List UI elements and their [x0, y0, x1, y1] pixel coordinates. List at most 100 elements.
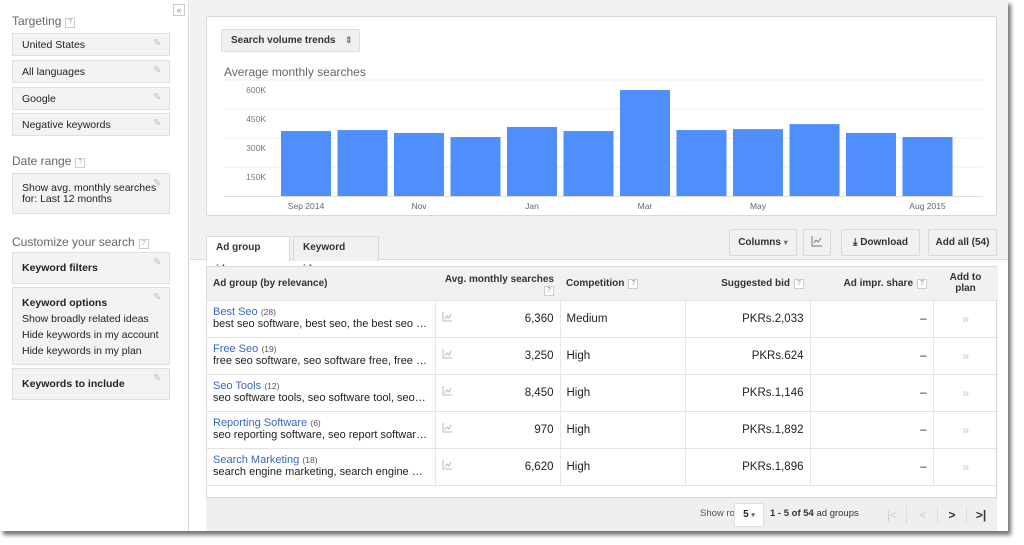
- avg-searches-cell: 970: [459, 411, 561, 449]
- trend-chart-icon[interactable]: [442, 460, 453, 470]
- pencil-icon[interactable]: ✎: [153, 119, 163, 129]
- pencil-icon[interactable]: ✎: [153, 293, 163, 303]
- ad-group-link[interactable]: Free Seo: [213, 343, 258, 355]
- date-range-heading: Date range?: [12, 154, 86, 168]
- col-header-competition[interactable]: Competition?: [560, 267, 685, 301]
- ad-impr-share-cell: –: [810, 448, 934, 486]
- targeting-location[interactable]: United States ✎: [12, 33, 170, 56]
- first-page-button[interactable]: |<: [881, 504, 903, 526]
- date-range-box[interactable]: Show avg. monthly searches for: Last 12 …: [12, 173, 170, 214]
- range-suffix: ad groups: [813, 508, 859, 519]
- help-icon[interactable]: ?: [138, 239, 149, 249]
- trend-cell: [435, 337, 459, 375]
- keywords-to-include-box[interactable]: Keywords to include ✎: [12, 368, 170, 400]
- x-tick-label: Sep 2014: [288, 201, 325, 211]
- pencil-icon[interactable]: ✎: [153, 179, 163, 189]
- help-icon[interactable]: ?: [65, 18, 76, 28]
- table-row: Seo Tools (12) seo software tools, seo so…: [207, 374, 998, 412]
- bar-oct[interactable]: [337, 130, 388, 196]
- pencil-icon[interactable]: ✎: [153, 39, 163, 49]
- avg-searches-cell: 6,620: [459, 448, 561, 486]
- customize-title: Customize your search: [12, 235, 135, 249]
- ad-group-cell: Search Marketing (18) search engine marke…: [207, 448, 436, 486]
- bar-mar[interactable]: [620, 90, 670, 196]
- table-header-row: Ad group (by relevance) Avg. monthly sea…: [207, 267, 998, 301]
- trend-chart-icon[interactable]: [442, 349, 453, 359]
- competition-cell: High: [560, 337, 686, 375]
- bar-nov[interactable]: [394, 132, 444, 196]
- ad-group-link[interactable]: Search Marketing: [213, 454, 299, 466]
- help-icon[interactable]: ?: [75, 158, 86, 168]
- next-page-button[interactable]: >: [941, 504, 963, 526]
- bar-feb[interactable]: [563, 131, 614, 196]
- bar-aug-2015[interactable]: [902, 137, 953, 196]
- bar-may[interactable]: [733, 129, 783, 196]
- add-to-plan-icon[interactable]: »: [933, 337, 998, 375]
- help-icon[interactable]: ?: [794, 278, 804, 289]
- targeting-network[interactable]: Google ✎: [12, 87, 170, 110]
- col-header-ad-impr-share[interactable]: Ad impr. share?: [810, 267, 933, 301]
- ad-group-link[interactable]: Reporting Software: [213, 417, 307, 429]
- targeting-title: Targeting: [12, 14, 62, 28]
- keyword-option: Hide keywords in my account: [22, 329, 159, 341]
- tab-keyword-ideas[interactable]: Keyword ideas: [293, 236, 379, 275]
- tab-ad-group-ideas[interactable]: Ad group ideas: [206, 236, 290, 275]
- help-icon[interactable]: ?: [544, 286, 554, 297]
- negative-keywords-label: Negative keywords: [22, 119, 111, 131]
- table-body: Best Seo (28) best seo software, best seo…: [207, 300, 998, 497]
- trend-cell: [435, 448, 459, 486]
- pencil-icon[interactable]: ✎: [153, 258, 163, 268]
- help-icon[interactable]: ?: [628, 278, 639, 289]
- add-to-plan-icon[interactable]: »: [933, 448, 998, 486]
- collapse-sidebar-icon[interactable]: «: [173, 4, 185, 16]
- trend-chart-icon[interactable]: [442, 386, 453, 396]
- bar-jan[interactable]: [507, 126, 557, 196]
- ad-group-cell: Best Seo (28) best seo software, best seo…: [207, 300, 436, 338]
- ad-group-link[interactable]: Best Seo: [213, 306, 258, 318]
- competition-cell: Medium: [560, 300, 686, 338]
- col-header-avg-searches[interactable]: Avg. monthly searches ?: [435, 267, 560, 301]
- col-header-ad-group[interactable]: Ad group (by relevance): [207, 267, 435, 301]
- pencil-icon[interactable]: ✎: [153, 374, 163, 384]
- prev-page-button[interactable]: <: [912, 504, 934, 526]
- bar-apr[interactable]: [676, 130, 727, 196]
- targeting-negative-keywords[interactable]: Negative keywords ✎: [12, 113, 170, 136]
- trend-chart-icon[interactable]: [442, 312, 453, 322]
- bar-jun[interactable]: [789, 124, 840, 196]
- targeting-language[interactable]: All languages ✎: [12, 60, 170, 83]
- targeting-heading: Targeting?: [12, 14, 76, 28]
- add-all-button[interactable]: Add all (54): [928, 229, 997, 256]
- date-range-line2: for: Last 12 months: [22, 193, 112, 205]
- ad-impr-share-header-label: Ad impr. share: [843, 277, 913, 289]
- ad-group-cell: Reporting Software (6) seo reporting soft…: [207, 411, 436, 449]
- pagination-bar: Show rows: 5 ▾ 1 - 5 of 54 ad groups |< …: [206, 498, 997, 531]
- trend-chart-icon[interactable]: [442, 423, 453, 433]
- bar-sep-2014[interactable]: [281, 131, 331, 196]
- keyword-count: (6): [310, 418, 321, 428]
- ad-group-link[interactable]: Seo Tools: [213, 380, 261, 392]
- trend-cell: [435, 300, 459, 338]
- date-range-title: Date range: [12, 154, 72, 168]
- col-header-suggested-bid[interactable]: Suggested bid?: [685, 267, 810, 301]
- add-to-plan-icon[interactable]: »: [933, 411, 998, 449]
- table-row: Best Seo (28) best seo software, best seo…: [207, 300, 998, 338]
- x-tick-label: Aug 2015: [909, 201, 946, 211]
- bar-jul[interactable]: [846, 132, 896, 196]
- bar-dec[interactable]: [450, 137, 501, 196]
- last-page-button[interactable]: >|: [970, 504, 992, 526]
- avg-searches-cell: 3,250: [459, 337, 561, 375]
- suggested-bid-cell: PKRs.1,146: [685, 374, 811, 412]
- keyword-filters-box[interactable]: Keyword filters ✎: [12, 252, 170, 284]
- pencil-icon[interactable]: ✎: [153, 66, 163, 76]
- pencil-icon[interactable]: ✎: [153, 93, 163, 103]
- rows-per-page-select[interactable]: 5 ▾: [734, 503, 764, 527]
- columns-button[interactable]: Columns ▾: [729, 229, 797, 256]
- chart-toggle-button[interactable]: [803, 229, 831, 256]
- keyword-options-box[interactable]: Keyword options Show broadly related ide…: [12, 287, 170, 365]
- add-to-plan-icon[interactable]: »: [933, 300, 998, 338]
- trend-cell: [435, 374, 459, 412]
- download-button[interactable]: ⤓ Download: [841, 229, 920, 256]
- main-content: Search volume trends ⇕ Average monthly s…: [190, 0, 1008, 531]
- help-icon[interactable]: ?: [917, 278, 927, 289]
- add-to-plan-icon[interactable]: »: [933, 374, 998, 412]
